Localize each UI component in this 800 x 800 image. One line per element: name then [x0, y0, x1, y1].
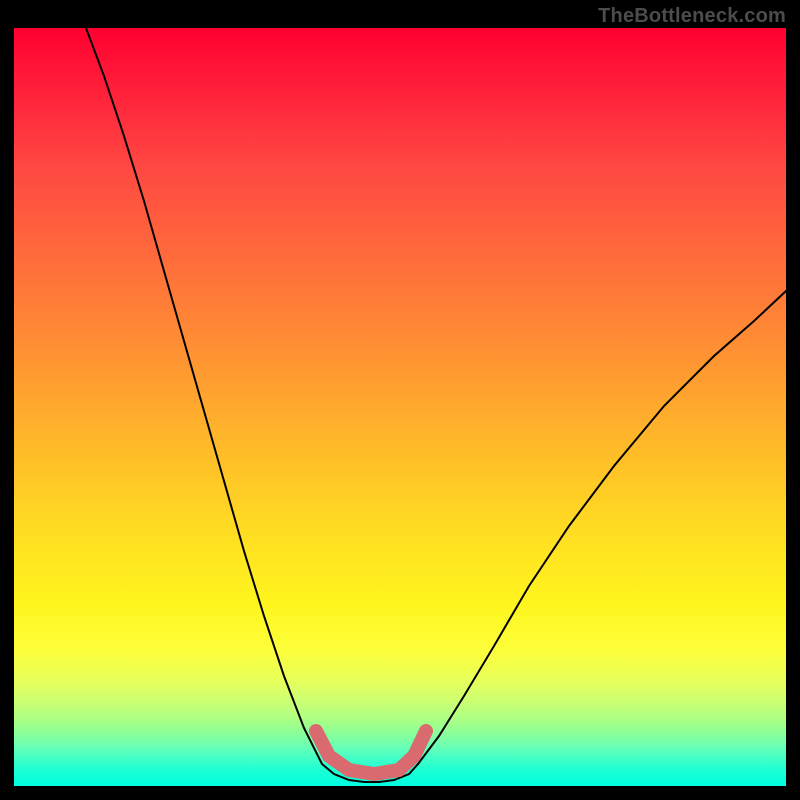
chart-frame: TheBottleneck.com — [0, 0, 800, 800]
right-curve-path — [418, 291, 786, 764]
highlight-segment-path — [316, 731, 426, 774]
watermark-text: TheBottleneck.com — [598, 5, 786, 28]
curve-group — [86, 28, 786, 782]
left-curve-path — [86, 28, 322, 764]
plot-area — [14, 28, 786, 786]
chart-svg — [14, 28, 786, 786]
